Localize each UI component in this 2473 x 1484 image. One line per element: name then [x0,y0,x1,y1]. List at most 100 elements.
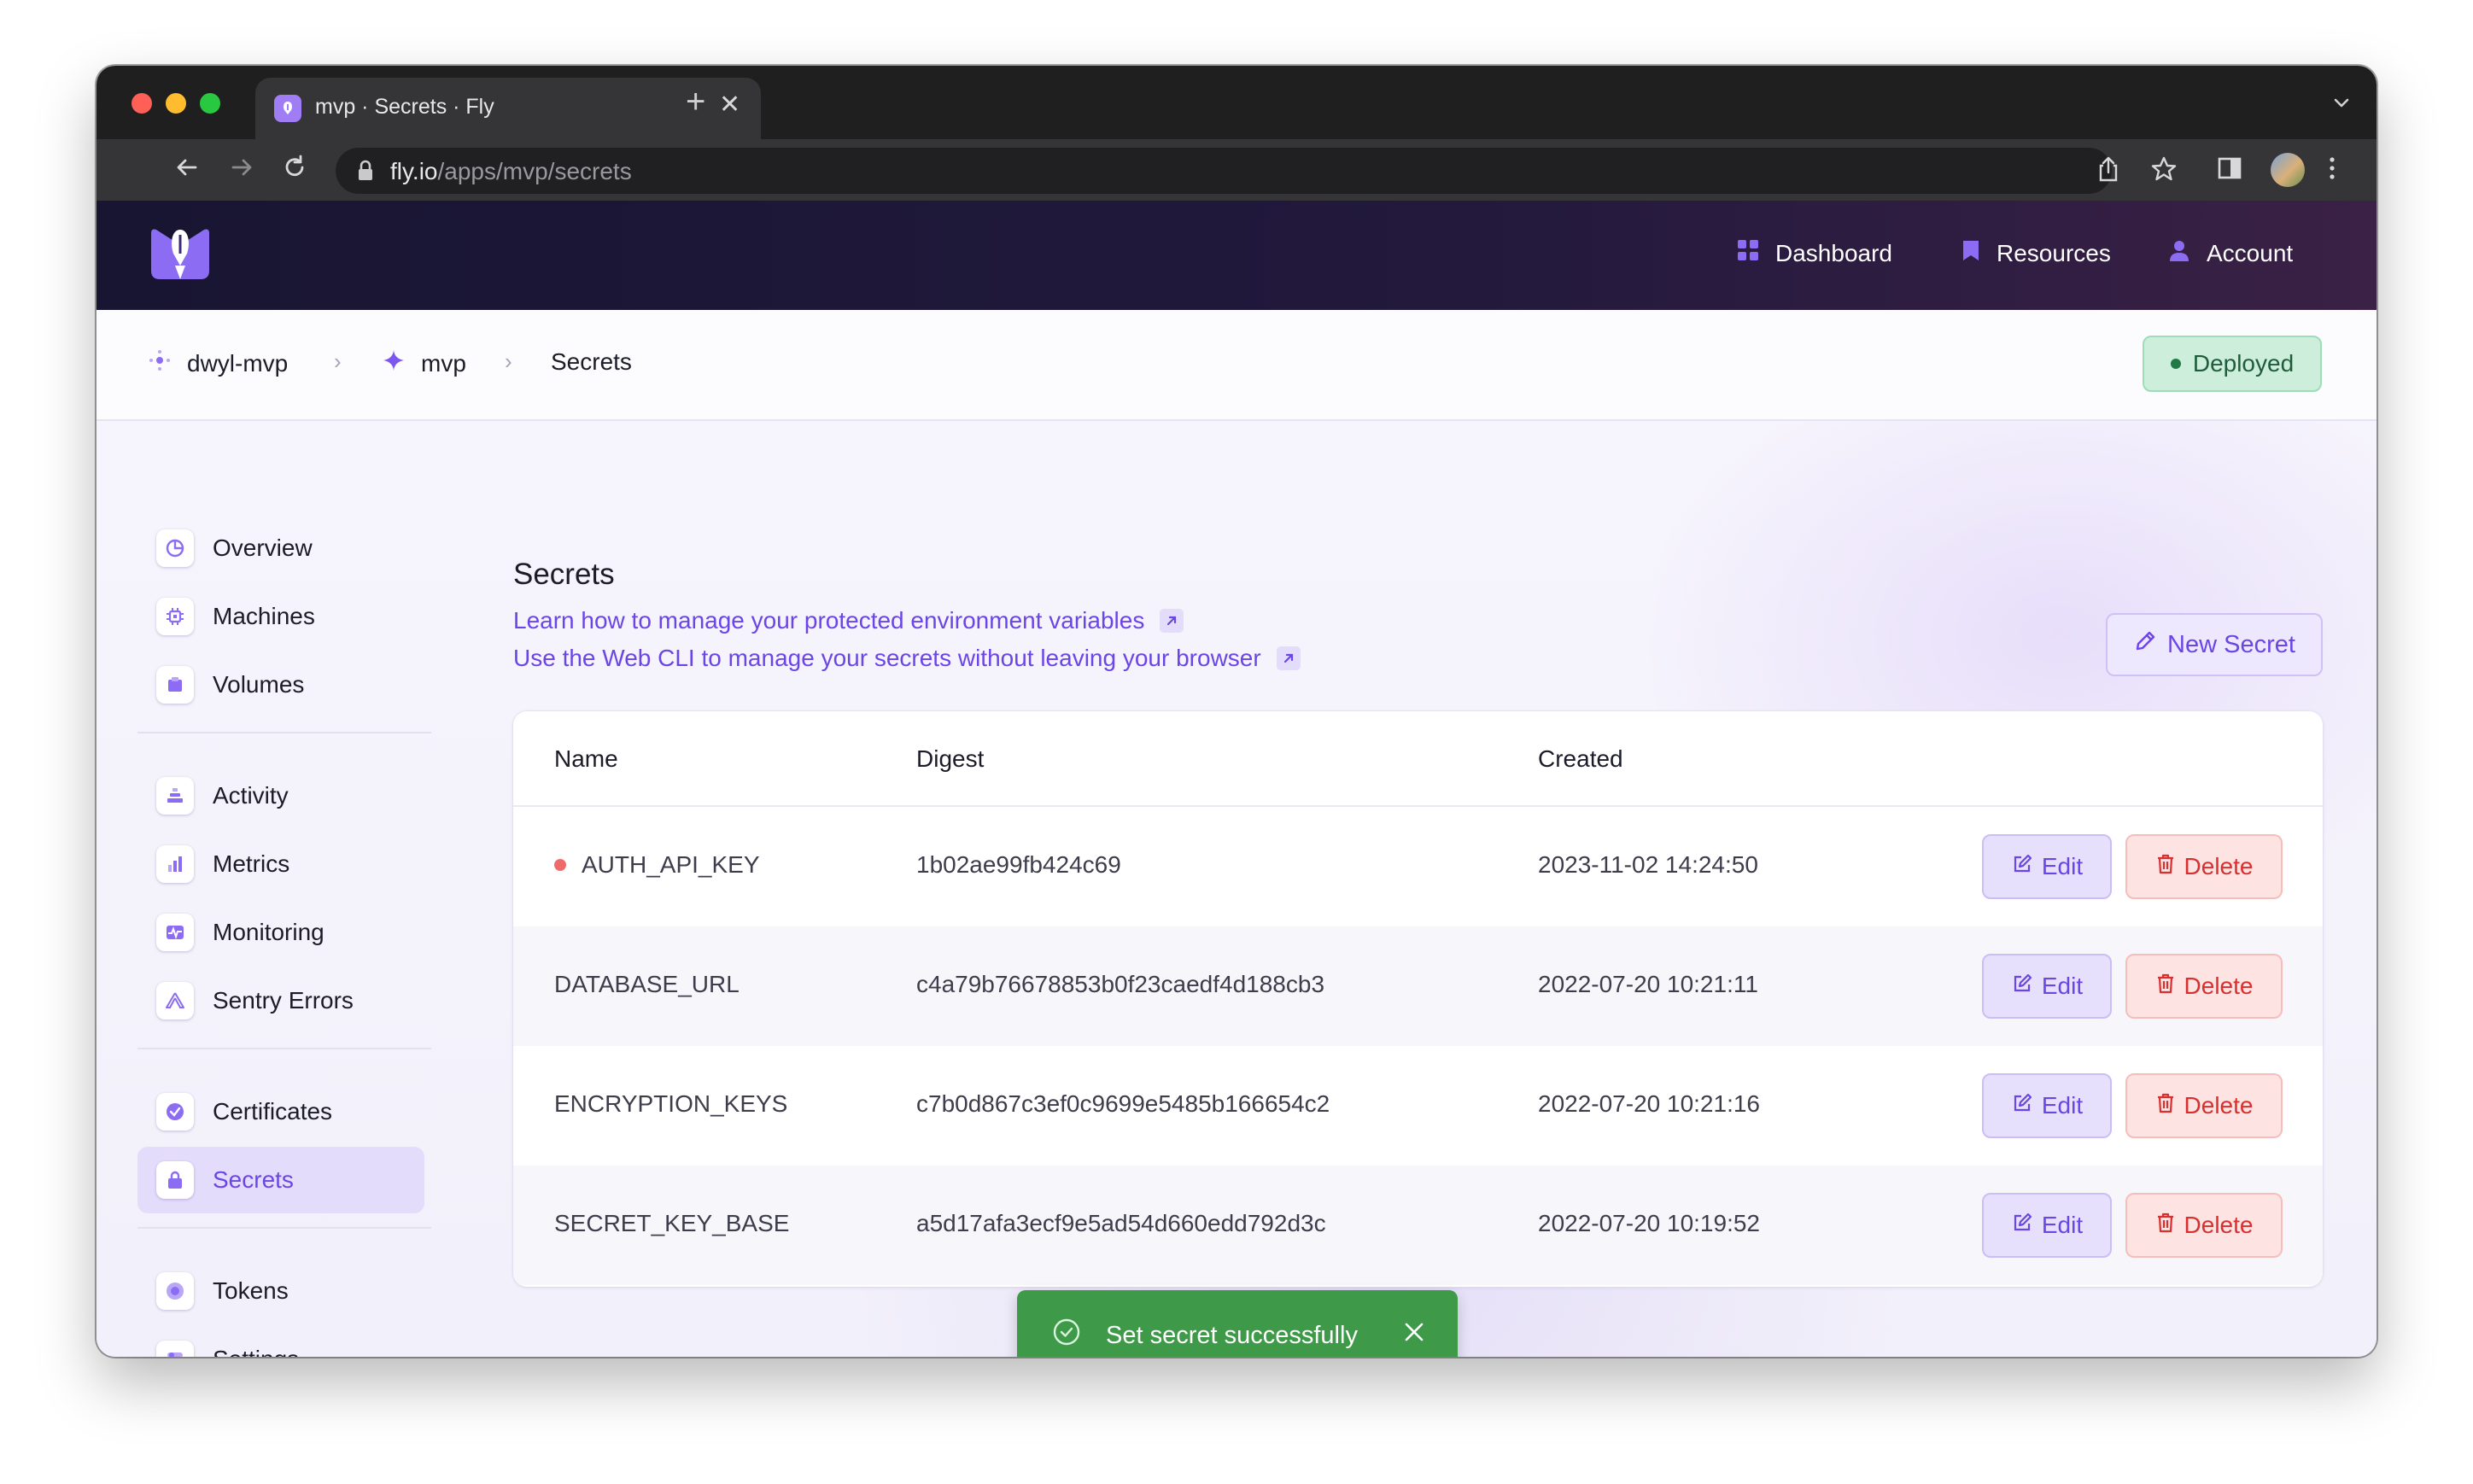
edit-button[interactable]: Edit [1982,834,2112,899]
secret-name-label: SECRET_KEY_BASE [554,1210,790,1236]
status-label: Deployed [2192,350,2295,377]
side-panel-icon[interactable] [2216,155,2243,190]
sidebar-item-overview[interactable]: Overview [137,515,424,581]
secret-name-label: DATABASE_URL [554,971,740,997]
toggles-icon [156,1341,194,1357]
delete-label: Delete [2184,1212,2254,1238]
edit-button[interactable]: Edit [1982,1193,2112,1258]
secret-name: ENCRYPTION_KEYS [554,1090,787,1118]
sparkle-icon [382,348,406,378]
sidebar-divider [137,732,431,733]
sidebar-item-secrets[interactable]: Secrets [137,1147,424,1213]
secret-digest: c4a79b76678853b0f23caedf4d188cb3 [916,971,1325,997]
fly-header: Dashboard Resources Account [96,201,2377,310]
learn-secrets-link[interactable]: Learn how to manage your protected envir… [513,607,1184,634]
delete-button[interactable]: Delete [2125,1193,2283,1258]
sidebar-item-activity[interactable]: Activity [137,762,424,829]
web-cli-link[interactable]: Use the Web CLI to manage your secrets w… [513,645,1301,672]
new-tab-button[interactable]: + [686,85,705,119]
sidebar-item-metrics[interactable]: Metrics [137,831,424,897]
sidebar-item-label: Volumes [213,671,305,698]
table-row: SECRET_KEY_BASE a5d17afa3ecf9e5ad54d660e… [513,1166,2323,1285]
new-secret-button[interactable]: New Secret [2106,613,2323,676]
web-cli-link-label: Use the Web CLI to manage your secrets w… [513,645,1261,671]
sidebar-item-monitoring[interactable]: Monitoring [137,899,424,966]
more-menu-icon[interactable] [2327,155,2337,190]
table-header: Name Digest Created [513,711,2323,807]
maximize-window-button[interactable] [200,93,220,114]
nav-dashboard-label: Dashboard [1775,239,1892,266]
lock-icon [356,160,375,186]
toast-message: Set secret successfully [1106,1321,1358,1349]
sidebar-item-label: Settings [213,1346,299,1357]
sidebar-item-tokens[interactable]: Tokens [137,1258,424,1324]
cpu-icon [156,598,194,635]
url-host: fly.io [390,158,438,184]
fly-favicon-icon [274,95,301,122]
fly-logo-icon[interactable] [148,226,213,289]
breadcrumb-current: Secrets [551,348,632,376]
nav-dashboard[interactable]: Dashboard [1736,238,1892,268]
url-path: /apps/mvp/secrets [437,158,632,184]
nav-resources[interactable]: Resources [1961,238,2111,268]
edit-button[interactable]: Edit [1982,1073,2112,1138]
breadcrumb-org-label: dwyl-mvp [187,349,289,377]
sidebar-item-label: Machines [213,603,315,629]
trash-icon [2155,853,2176,881]
delete-label: Delete [2184,973,2254,999]
sidebar-item-label: Overview [213,535,313,561]
bar-chart-icon [156,845,194,883]
new-indicator-dot-icon [554,859,566,871]
delete-button[interactable]: Delete [2125,834,2283,899]
edit-label: Edit [2041,973,2084,999]
secret-digest: c7b0d867c3ef0c9699e5485b166654c2 [916,1090,1330,1117]
minimize-window-button[interactable] [166,93,186,114]
sidebar-item-certificates[interactable]: Certificates [137,1078,424,1145]
edit-label: Edit [2041,853,2084,879]
breadcrumb-app[interactable]: mvp [382,348,466,378]
pie-chart-icon [156,529,194,567]
sidebar-item-settings[interactable]: Settings [137,1326,424,1357]
edit-icon [2011,1212,2033,1240]
close-icon[interactable] [1401,1319,1427,1352]
learn-secrets-link-label: Learn how to manage your protected envir… [513,607,1145,634]
success-toast: Set secret successfully [1017,1290,1458,1357]
trash-icon [2155,1092,2176,1120]
external-link-icon [1160,609,1184,633]
browser-toolbar: fly.io/apps/mvp/secrets [96,139,2377,201]
tab-title: mvp · Secrets · Fly [315,95,494,119]
share-icon[interactable] [2095,155,2122,191]
secret-created: 2022-07-20 10:21:11 [1538,971,1758,997]
back-arrow-icon[interactable] [170,153,204,187]
reload-icon[interactable] [278,153,312,187]
main-area: Overview Machines Volumes Activity Metri… [96,421,2377,1357]
bookmark-star-icon[interactable] [2149,155,2178,191]
tab-close-icon[interactable]: ✕ [719,92,740,118]
table-row: AUTH_API_KEY 1b02ae99fb424c69 2023-11-02… [513,807,2323,926]
delete-label: Delete [2184,1092,2254,1119]
profile-avatar[interactable] [2271,153,2305,187]
edit-button[interactable]: Edit [1982,954,2112,1019]
edit-label: Edit [2041,1092,2084,1119]
delete-button[interactable]: Delete [2125,954,2283,1019]
breadcrumb: dwyl-mvp › mvp › Secrets Deployed [96,310,2377,421]
sidebar-item-label: Certificates [213,1098,333,1125]
sidebar-divider [137,1227,431,1229]
tab-search-chevron-icon[interactable] [2330,91,2353,121]
sidebar-item-label: Sentry Errors [213,987,354,1014]
forward-arrow-icon[interactable] [225,153,259,187]
sidebar-item-label: Monitoring [213,919,324,945]
sidebar-item-volumes[interactable]: Volumes [137,651,424,718]
nav-account[interactable]: Account [2167,238,2293,268]
address-bar[interactable]: fly.io/apps/mvp/secrets [336,148,2112,194]
breadcrumb-org[interactable]: dwyl-mvp [148,348,288,378]
sidebar-item-sentry-errors[interactable]: Sentry Errors [137,967,424,1034]
sidebar-divider [137,1048,431,1049]
close-window-button[interactable] [132,93,152,114]
delete-label: Delete [2184,853,2254,879]
secret-name: AUTH_API_KEY [554,851,760,879]
column-header-created: Created [1538,745,1623,772]
delete-button[interactable]: Delete [2125,1073,2283,1138]
sidebar-item-machines[interactable]: Machines [137,583,424,650]
grid-icon [1736,238,1760,268]
